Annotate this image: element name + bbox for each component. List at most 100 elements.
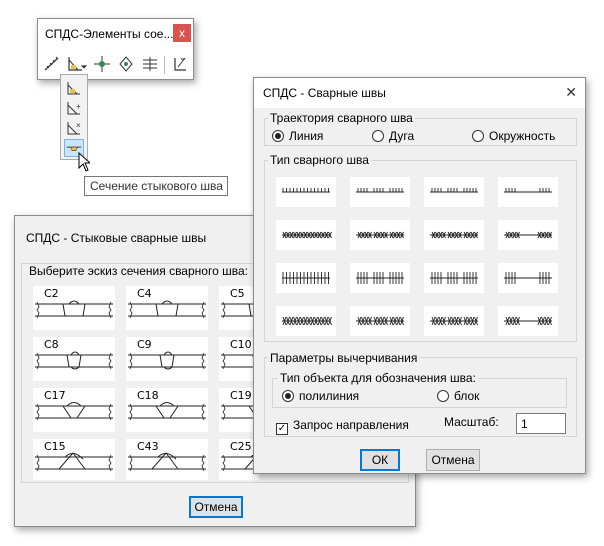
sketch-thumbnail[interactable]: С43 bbox=[126, 439, 208, 480]
radio-circle-indicator[interactable] bbox=[472, 130, 484, 142]
radio-line[interactable]: Линия bbox=[272, 129, 323, 143]
sketch-drawing bbox=[35, 402, 113, 421]
angle-weld-icon[interactable] bbox=[64, 79, 84, 97]
toolbar-icons bbox=[42, 54, 192, 76]
weld-pattern-icon bbox=[430, 231, 478, 239]
svg-text:×: × bbox=[76, 121, 81, 130]
angle-weld-plus-icon[interactable]: + bbox=[64, 99, 84, 117]
weld-type-button[interactable] bbox=[498, 177, 558, 207]
weld-pattern-icon bbox=[504, 231, 552, 239]
weld-type-button[interactable] bbox=[498, 263, 558, 293]
angle-weld-x-icon[interactable]: × bbox=[64, 119, 84, 137]
weld-type-button[interactable] bbox=[350, 220, 410, 250]
weld-type-button[interactable] bbox=[498, 306, 558, 336]
radio-polyline[interactable]: полилиния bbox=[282, 389, 359, 403]
weld-type-button[interactable] bbox=[424, 306, 484, 336]
sketch-thumbnail[interactable]: С8 bbox=[33, 337, 115, 381]
weld-pattern-icon bbox=[282, 188, 330, 193]
sketch-drawing bbox=[35, 300, 113, 319]
checkmark-icon[interactable]: ✓ bbox=[276, 423, 288, 435]
sketch-thumbnail[interactable]: С2 bbox=[33, 286, 115, 330]
scale-label: Масштаб: bbox=[444, 415, 499, 429]
weld-type-button[interactable] bbox=[424, 177, 484, 207]
weld-pattern-icon bbox=[430, 188, 478, 193]
sketch-thumbnail[interactable]: С4 bbox=[126, 286, 208, 330]
radio-block-label: блок bbox=[454, 389, 480, 403]
sketch-thumbnail[interactable]: С9 bbox=[126, 337, 208, 381]
weld-pattern-icon bbox=[356, 272, 404, 284]
weld-type-button[interactable] bbox=[350, 177, 410, 207]
ok-button[interactable]: ОК bbox=[360, 449, 400, 471]
weld-pattern-icon bbox=[430, 316, 478, 326]
weld-cancel-button[interactable]: Отмена bbox=[426, 449, 480, 471]
sketch-thumbnail[interactable]: С17 bbox=[33, 388, 115, 432]
butt-cancel-button[interactable]: Отмена bbox=[189, 496, 243, 518]
node-point-icon[interactable] bbox=[92, 54, 112, 76]
axis-mark-icon[interactable] bbox=[170, 54, 190, 76]
weld-pattern-icon bbox=[504, 272, 552, 284]
radio-circle-label: Окружность bbox=[489, 129, 556, 143]
radio-polyline-indicator[interactable] bbox=[282, 390, 294, 402]
direction-label: Запрос направления bbox=[293, 418, 409, 432]
weld-type-button[interactable] bbox=[424, 263, 484, 293]
sketch-thumbnail[interactable]: С15 bbox=[33, 439, 115, 480]
weld-type-button[interactable] bbox=[276, 306, 336, 336]
weld-tools-flyout: + × bbox=[60, 74, 88, 160]
weld-pattern-icon bbox=[356, 188, 404, 193]
weld-type-button[interactable] bbox=[276, 220, 336, 250]
weld-pattern-icon bbox=[282, 316, 332, 326]
weld-line-icon[interactable] bbox=[42, 54, 62, 76]
radio-block[interactable]: блок bbox=[437, 389, 479, 403]
weld-pattern-icon bbox=[356, 231, 404, 239]
weld-type-button[interactable] bbox=[424, 220, 484, 250]
params-label: Параметры вычерчивания bbox=[268, 351, 420, 365]
grid-lines-icon[interactable] bbox=[140, 54, 160, 76]
scale-input[interactable]: 1 bbox=[516, 413, 566, 434]
radio-line-label: Линия bbox=[289, 129, 324, 143]
sketch-drawing bbox=[35, 452, 113, 472]
weld-pattern-icon bbox=[282, 231, 332, 239]
radio-arc-label: Дуга bbox=[389, 129, 415, 143]
spds-connections-toolbar: СПДС-Элементы сое... x bbox=[37, 18, 194, 80]
sketch-drawing bbox=[128, 452, 206, 472]
toolbar-separator bbox=[164, 56, 165, 74]
sketch-drawing bbox=[128, 402, 206, 421]
weld-titlebar: СПДС - Сварные швы ✕ bbox=[254, 78, 585, 108]
radio-arc[interactable]: Дуга bbox=[372, 129, 414, 143]
weld-type-button[interactable] bbox=[350, 263, 410, 293]
radio-arc-indicator[interactable] bbox=[372, 130, 384, 142]
tooltip: Сечение стыкового шва bbox=[84, 176, 228, 196]
sketch-thumbnail[interactable]: С18 bbox=[126, 388, 208, 432]
weld-pattern-icon bbox=[356, 316, 404, 326]
sketch-grid: С2 С4 С5 С8 С9 С10 С17 С18 С19 С15 С43 С25 - bbox=[33, 286, 259, 480]
weld-pattern-icon bbox=[430, 272, 478, 284]
welds-dialog: СПДС - Сварные швы ✕ Траектория сварного… bbox=[253, 77, 586, 474]
weld-type-button[interactable] bbox=[350, 306, 410, 336]
weld-pattern-icon bbox=[504, 188, 552, 193]
weld-type-grid bbox=[276, 177, 566, 337]
radio-line-indicator[interactable] bbox=[272, 130, 284, 142]
sketch-drawing bbox=[35, 351, 113, 370]
object-type-label: Тип объекта для обозначения шва: bbox=[278, 371, 478, 385]
direction-checkbox[interactable]: ✓ Запрос направления bbox=[276, 418, 409, 435]
weld-type-button[interactable] bbox=[276, 263, 336, 293]
weld-type-button[interactable] bbox=[498, 220, 558, 250]
radio-block-indicator[interactable] bbox=[437, 390, 449, 402]
weld-pattern-icon bbox=[282, 272, 330, 284]
butt-dialog-title: СПДС - Стыковые сварные швы bbox=[26, 231, 207, 245]
mouse-cursor-icon bbox=[78, 151, 92, 175]
weld-pattern-icon bbox=[504, 316, 552, 326]
sketch-drawing bbox=[128, 351, 206, 370]
diamond-node-icon[interactable] bbox=[116, 54, 136, 76]
radio-circle[interactable]: Окружность bbox=[472, 129, 555, 143]
weld-type-button[interactable] bbox=[276, 177, 336, 207]
close-icon[interactable]: ✕ bbox=[565, 84, 577, 101]
sketch-group-label: Выберите эскиз сечения сварного шва: bbox=[27, 264, 250, 278]
radio-polyline-label: полилиния bbox=[299, 389, 360, 403]
weld-type-label: Тип сварного шва bbox=[268, 153, 371, 167]
sketch-drawing bbox=[128, 300, 206, 319]
svg-text:+: + bbox=[76, 102, 81, 111]
toolbar-title: СПДС-Элементы сое... bbox=[45, 27, 174, 41]
toolbar-close-button[interactable]: x bbox=[173, 24, 191, 42]
trajectory-label: Траектория сварного шва bbox=[268, 111, 415, 125]
